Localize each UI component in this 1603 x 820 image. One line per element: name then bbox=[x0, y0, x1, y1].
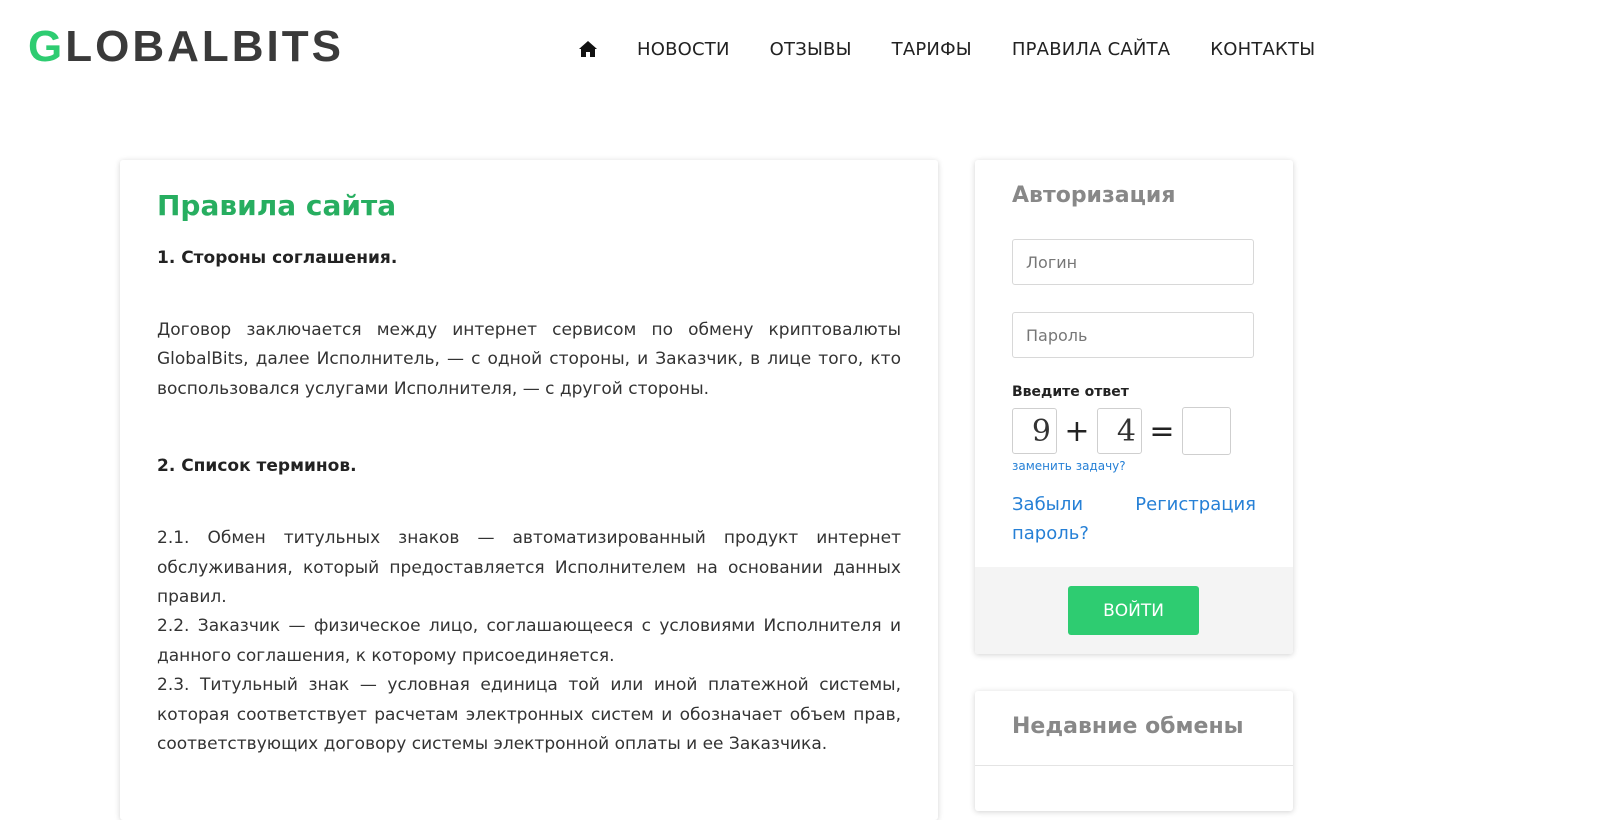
captcha-equals: = bbox=[1149, 413, 1175, 449]
home-icon[interactable] bbox=[578, 40, 598, 58]
section-heading-parties: 1. Стороны соглашения. bbox=[157, 248, 398, 268]
nav-item-rules[interactable]: ПРАВИЛА САЙТА bbox=[1012, 39, 1170, 60]
captcha-operand-a: 9 bbox=[1012, 408, 1057, 454]
captcha-plus: + bbox=[1064, 413, 1090, 449]
captcha-answer-input[interactable] bbox=[1182, 407, 1231, 455]
section-heading-terms: 2. Список терминов. bbox=[157, 456, 357, 477]
term-item: 2.1. Обмен титульных знаков — автоматизи… bbox=[157, 528, 901, 608]
nav-item-reviews[interactable]: ОТЗЫВЫ bbox=[770, 39, 852, 60]
recent-exchanges-title: Недавние обмены bbox=[1012, 714, 1244, 739]
logo-text: LOBALBITS bbox=[65, 22, 344, 71]
main-nav: НОВОСТИ ОТЗЫВЫ ТАРИФЫ ПРАВИЛА САЙТА КОНТ… bbox=[578, 32, 1315, 66]
login-button[interactable]: ВОЙТИ bbox=[1068, 586, 1199, 635]
nav-item-contacts[interactable]: КОНТАКТЫ bbox=[1210, 39, 1315, 60]
logo-letter-g: G bbox=[28, 22, 66, 71]
section-text-parties: Договор заключается между интернет серви… bbox=[157, 320, 901, 399]
site-logo[interactable]: GLOBALBITS bbox=[28, 22, 344, 72]
auth-card: Авторизация Введите ответ 9 + 4 = замени… bbox=[975, 160, 1293, 654]
recent-exchanges-card: Недавние обмены bbox=[975, 691, 1293, 811]
auth-footer: ВОЙТИ bbox=[975, 567, 1293, 654]
rules-card: Правила сайта 1. Стороны соглашения. Дог… bbox=[120, 160, 938, 820]
login-input[interactable] bbox=[1012, 239, 1254, 285]
password-input[interactable] bbox=[1012, 312, 1254, 358]
captcha-row: 9 + 4 = bbox=[1012, 406, 1231, 456]
register-link[interactable]: Регистрация bbox=[1135, 490, 1256, 519]
captcha-label: Введите ответ bbox=[1012, 384, 1129, 400]
page-title: Правила сайта bbox=[157, 189, 397, 222]
divider bbox=[975, 765, 1293, 766]
nav-item-tariffs[interactable]: ТАРИФЫ bbox=[892, 39, 972, 60]
term-item: 2.2. Заказчик — физическое лицо, соглаша… bbox=[157, 616, 901, 666]
term-item: 2.3. Титульный знак — условная единица т… bbox=[157, 675, 901, 755]
captcha-operand-b: 4 bbox=[1097, 408, 1142, 454]
forgot-password-link[interactable]: Забыли пароль? bbox=[1012, 490, 1112, 548]
nav-item-news[interactable]: НОВОСТИ bbox=[637, 39, 730, 60]
auth-title: Авторизация bbox=[1012, 183, 1176, 208]
replace-captcha-link[interactable]: заменить задачу? bbox=[1012, 459, 1126, 473]
